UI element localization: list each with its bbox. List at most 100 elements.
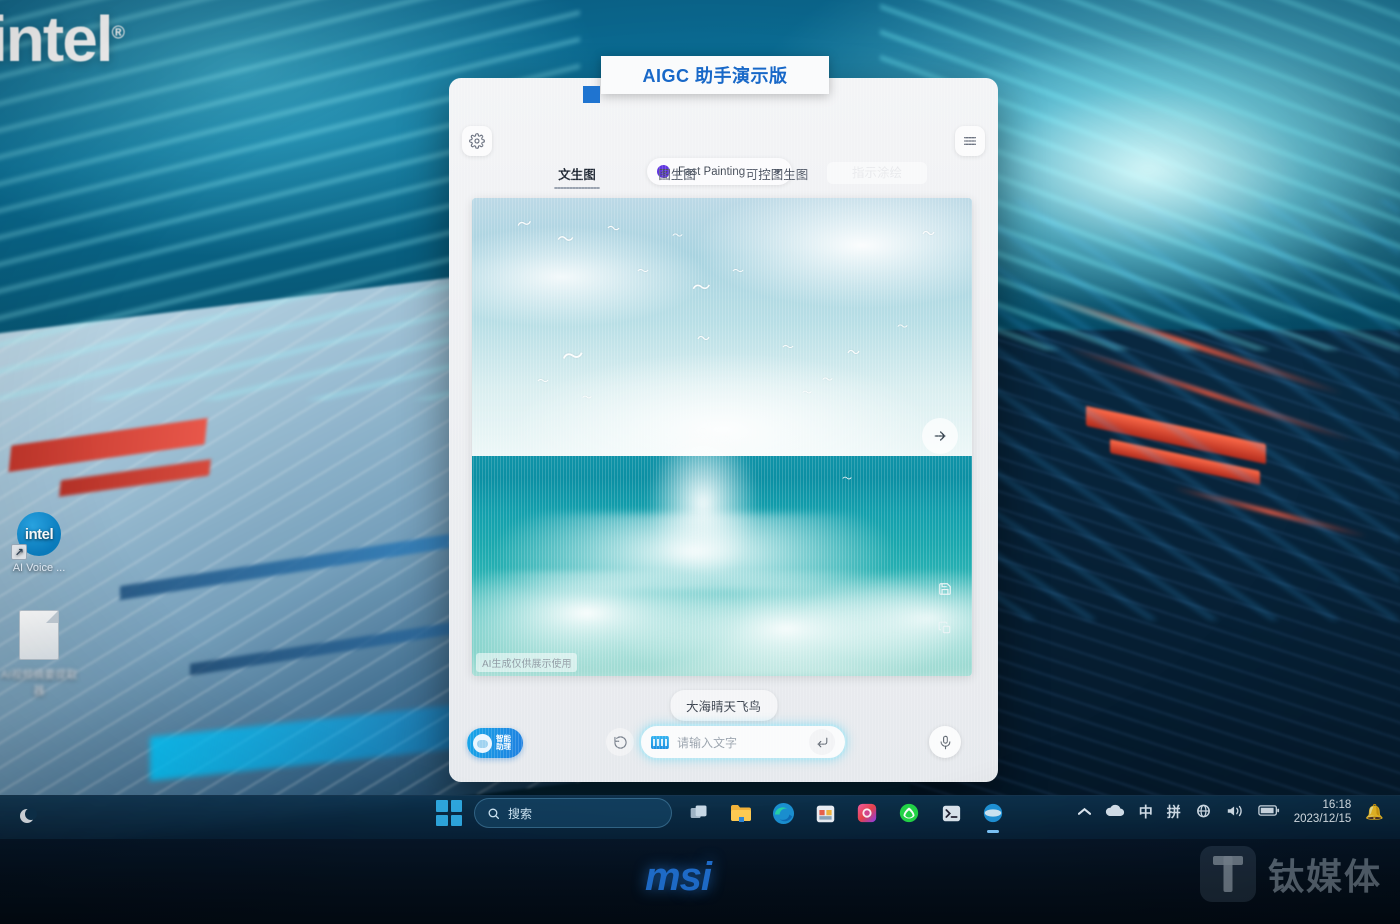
assistant-label: 智能 助理	[496, 735, 511, 751]
seagull-icon: 〜	[842, 474, 852, 486]
notification-button[interactable]: 🔔	[1365, 803, 1384, 821]
desktop-icon-ai-voice[interactable]: intel ↗ AI Voice ...	[0, 512, 82, 574]
seagull-icon: 〜	[782, 340, 795, 355]
taskbar-item-aigc-app[interactable]	[978, 798, 1008, 828]
tray-cloud-icon[interactable]	[1105, 804, 1125, 820]
desktop-icon-document[interactable]: AI视频摘要提取器	[0, 610, 82, 698]
desktop-icon-label: AI视频摘要提取器	[0, 669, 78, 697]
submit-button[interactable]	[809, 729, 835, 755]
prompt-input-container[interactable]: 请输入文字	[639, 724, 847, 760]
taskbar-item-file-explorer[interactable]	[726, 798, 756, 828]
start-button[interactable]	[436, 800, 462, 826]
title-accent-square	[583, 86, 600, 103]
desktop-icon-label: AI Voice ...	[12, 562, 66, 574]
seagull-icon: 〜	[822, 373, 833, 386]
app-title-badge: AIGC 助手演示版	[601, 56, 829, 94]
clock-button[interactable]: 16:18 2023/12/15	[1294, 798, 1352, 827]
shortcut-arrow-icon: ↗	[11, 544, 27, 560]
gear-icon	[469, 133, 485, 149]
tray-time: 16:18	[1322, 799, 1352, 811]
titanium-media-label: 钛媒体	[1267, 856, 1382, 897]
aigc-app-window: Fast Painting 文生图 图生图 可控图生图 指示涂绘 〜 〜 〜 〜…	[449, 78, 998, 782]
tab-image-to-image[interactable]: 图生图	[627, 164, 727, 183]
tab-guided-paint[interactable]: 指示涂绘	[827, 162, 927, 184]
tab-text-to-image[interactable]: 文生图	[527, 164, 627, 183]
xbox-icon	[899, 803, 919, 823]
tab-controlled-image[interactable]: 可控图生图	[727, 164, 827, 183]
seagull-icon: 〜	[637, 263, 650, 278]
seagull-icon: 〜	[557, 230, 574, 250]
msi-logo: msi	[645, 855, 712, 899]
settings-button[interactable]	[462, 126, 492, 156]
assistant-avatar-icon	[473, 733, 492, 753]
tray-battery-icon[interactable]	[1258, 805, 1280, 819]
seagull-icon: 〜	[672, 230, 683, 243]
seagull-icon: 〜	[847, 345, 861, 361]
volume-icon	[1227, 805, 1242, 817]
arrow-right-icon	[934, 431, 946, 441]
seagull-icon: 〜	[922, 225, 936, 241]
chevron-up-icon	[1077, 808, 1091, 816]
start-tile-1	[436, 800, 448, 812]
moon-cloud-icon	[20, 808, 37, 823]
intel-wallpaper-logo: intel®	[0, 2, 125, 76]
intel-shortcut-icon: intel ↗	[11, 512, 61, 560]
seagull-icon: 〜	[697, 330, 711, 346]
copy-image-button[interactable]	[936, 619, 954, 637]
seagull-icon: 〜	[732, 263, 745, 278]
smart-assistant-badge[interactable]: 智能 助理	[467, 728, 523, 758]
seagull-icon: 〜	[515, 214, 534, 235]
hamburger-menu-icon	[964, 137, 976, 145]
save-image-button[interactable]	[936, 580, 954, 598]
start-tile-2	[450, 800, 462, 812]
taskbar-item-store[interactable]	[810, 798, 840, 828]
tray-date: 2023/12/15	[1293, 813, 1352, 826]
seagull-icon: 〜	[690, 277, 713, 301]
tray-ime-mode[interactable]: 中	[1139, 802, 1153, 822]
taskbar-item-task-view[interactable]	[684, 798, 714, 828]
tray-ime-pinyin[interactable]: 拼	[1167, 802, 1181, 822]
assistant-label-line2: 助理	[496, 742, 511, 751]
taskbar-item-terminal[interactable]	[936, 798, 966, 828]
network-globe-icon	[1196, 804, 1210, 818]
prompt-input[interactable]: 请输入文字	[677, 734, 801, 751]
taskbar-center-group: 搜索	[436, 798, 1008, 828]
tray-overflow-button[interactable]	[1077, 805, 1091, 819]
seagull-icon: 〜	[559, 342, 586, 371]
copy-icon	[938, 621, 951, 633]
microphone-icon	[940, 735, 950, 749]
taskbar-item-photos[interactable]	[852, 798, 882, 828]
keyboard-icon[interactable]	[651, 735, 669, 749]
generated-image-canvas[interactable]: 〜 〜 〜 〜 〜 〜 〜 〜 〜 〜 〜 〜 〜 〜 〜 〜 〜 〜 AI生成…	[472, 198, 972, 676]
taskbar-item-edge[interactable]	[768, 798, 798, 828]
screenshot-root: intel® intel ↗ AI Voice ... AI视频摘要提取器 Fa…	[0, 0, 1400, 924]
task-view-icon	[690, 805, 707, 818]
start-tile-4	[450, 814, 462, 826]
save-icon	[939, 583, 951, 596]
wallpaper-glow	[980, 40, 1400, 300]
menu-button[interactable]	[955, 126, 985, 156]
seagull-icon: 〜	[802, 388, 812, 400]
taskbar-search[interactable]: 搜索	[474, 798, 672, 828]
regenerate-button[interactable]	[606, 728, 634, 756]
media-watermark: 钛媒体	[1199, 846, 1382, 902]
page-title: AIGC 助手演示版	[642, 66, 788, 86]
folder-icon	[731, 805, 751, 822]
photos-icon	[857, 803, 877, 823]
edge-icon	[772, 802, 794, 824]
system-tray: 中 拼 16:18 2023/12/15 🔔	[1077, 798, 1384, 827]
search-placeholder: 搜索	[508, 806, 533, 821]
intel-logo-text: intel	[0, 3, 114, 75]
taskbar-item-xbox[interactable]	[894, 798, 924, 828]
weather-widget[interactable]	[18, 806, 44, 828]
next-image-button[interactable]	[922, 417, 958, 454]
enter-arrow-icon	[816, 737, 827, 747]
seagull-icon: 〜	[537, 373, 550, 388]
voice-input-button[interactable]	[929, 726, 961, 758]
tray-volume-icon[interactable]	[1226, 804, 1244, 821]
terminal-icon	[942, 805, 960, 821]
battery-icon	[1258, 805, 1279, 817]
mode-tabs: 文生图 图生图 可控图生图 指示涂绘	[527, 160, 927, 186]
seagull-icon: 〜	[897, 321, 908, 334]
tray-network-icon[interactable]	[1195, 804, 1212, 821]
